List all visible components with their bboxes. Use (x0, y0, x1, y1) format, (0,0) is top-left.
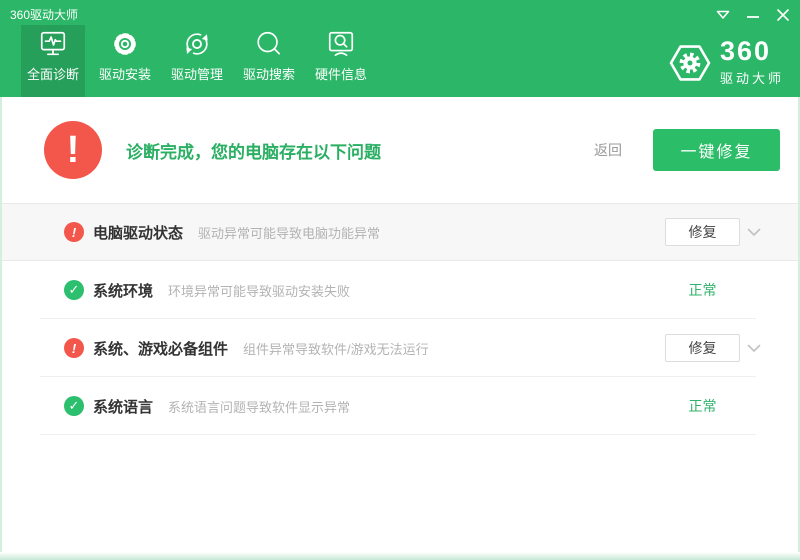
diagnosis-banner: ! 诊断完成，您的电脑存在以下问题 返回 一键修复 (2, 97, 798, 203)
app-logo: 360 驱动大师 (667, 38, 784, 87)
item-name: 系统环境 (93, 280, 153, 301)
one-click-fix-button[interactable]: 一键修复 (653, 129, 780, 171)
diagnosis-result-title: 诊断完成，您的电脑存在以下问题 (126, 138, 381, 163)
item-description: 组件异常导致软件/游戏无法运行 (243, 339, 429, 358)
header: 360 驱动大师 (0, 0, 800, 97)
window-border-bottom (0, 552, 800, 560)
magnifier-icon (254, 29, 284, 59)
tab-hardware-info[interactable]: 硬件信息 (309, 25, 373, 97)
logo-subtitle: 驱动大师 (720, 68, 784, 87)
tab-label: 驱动安装 (99, 64, 151, 83)
tab-driver-search[interactable]: 驱动搜索 (237, 25, 301, 97)
item-name: 系统、游戏必备组件 (93, 338, 228, 359)
minimize-button[interactable] (745, 8, 760, 21)
logo-text: 360 驱动大师 (720, 38, 784, 87)
menu-arrow-button[interactable] (715, 8, 730, 21)
alert-glyph: ! (67, 129, 80, 172)
hexagon-gear-icon (667, 40, 713, 86)
app-window: 360 驱动大师 (0, 0, 800, 560)
close-button[interactable] (775, 8, 790, 21)
window-title: 360驱动大师 (10, 6, 78, 23)
status-normal-label: 正常 (665, 396, 740, 416)
tab-driver-install[interactable]: 驱动安装 (93, 25, 157, 97)
check-icon: ✓ (64, 396, 84, 416)
gear-icon (110, 29, 140, 59)
logo-360: 360 (720, 38, 784, 65)
monitor-pulse-icon (38, 29, 68, 59)
window-border-left (0, 97, 2, 560)
diagnosis-results-list: ! 电脑驱动状态 驱动异常可能导致电脑功能异常 修复 ✓ 系统环境 环境异常可能… (2, 203, 798, 435)
list-item-system-language: ✓ 系统语言 系统语言问题导致软件显示异常 正常 (2, 377, 798, 435)
main-nav: 全面诊断 驱动安装 (21, 25, 373, 97)
check-glyph: ✓ (69, 282, 80, 298)
refresh-sync-icon (182, 29, 212, 59)
item-description: 系统语言问题导致软件显示异常 (168, 397, 350, 416)
list-item-system-environment: ✓ 系统环境 环境异常可能导致驱动安装失败 正常 (2, 261, 798, 319)
tab-label: 全面诊断 (27, 64, 79, 83)
alert-icon: ! (64, 338, 84, 358)
alert-icon: ! (64, 222, 84, 242)
item-name: 系统语言 (93, 396, 153, 417)
check-glyph: ✓ (69, 398, 80, 414)
alert-glyph: ! (72, 341, 76, 356)
window-controls (715, 8, 790, 21)
tab-full-diagnosis[interactable]: 全面诊断 (21, 25, 85, 97)
tab-label: 硬件信息 (315, 64, 367, 83)
monitor-magnifier-icon (326, 29, 356, 59)
check-icon: ✓ (64, 280, 84, 300)
tab-driver-manage[interactable]: 驱动管理 (165, 25, 229, 97)
status-normal-label: 正常 (665, 280, 740, 300)
list-item-driver-status: ! 电脑驱动状态 驱动异常可能导致电脑功能异常 修复 (2, 203, 798, 261)
item-description: 环境异常可能导致驱动安装失败 (168, 281, 350, 300)
alert-glyph: ! (72, 225, 76, 240)
back-link[interactable]: 返回 (594, 140, 622, 160)
item-description: 驱动异常可能导致电脑功能异常 (198, 223, 380, 242)
fix-button[interactable]: 修复 (665, 334, 740, 362)
alert-circle-icon: ! (44, 121, 102, 179)
item-name: 电脑驱动状态 (93, 222, 183, 243)
chevron-down-icon[interactable] (746, 224, 762, 240)
tab-label: 驱动搜索 (243, 64, 295, 83)
fix-button[interactable]: 修复 (665, 218, 740, 246)
list-item-required-components: ! 系统、游戏必备组件 组件异常导致软件/游戏无法运行 修复 (2, 319, 798, 377)
tab-label: 驱动管理 (171, 64, 223, 83)
chevron-down-icon[interactable] (746, 340, 762, 356)
